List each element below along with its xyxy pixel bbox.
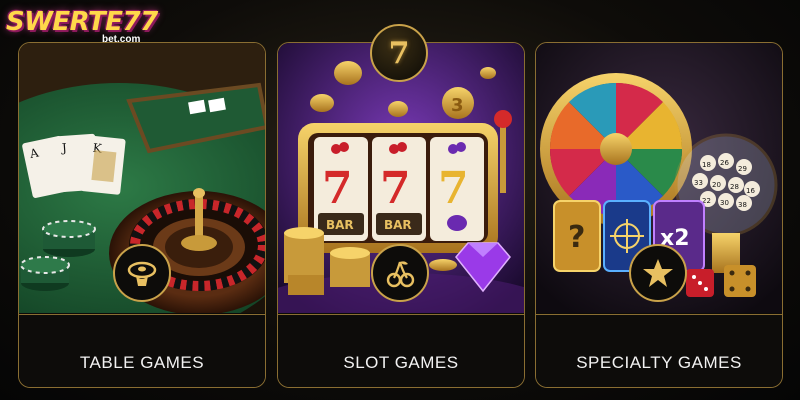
ball-6: 28 (730, 183, 739, 191)
coin-digit-3: 3 (451, 95, 464, 116)
slot-games-label: SLOT GAMES (343, 353, 459, 372)
playing-cards: A J K (22, 133, 126, 198)
table-games-label: TABLE GAMES (79, 353, 205, 372)
ball-10: 38 (738, 201, 747, 209)
ball-3: 29 (738, 165, 747, 173)
badge-text: 7 (388, 35, 410, 71)
cherry-icon (371, 244, 429, 302)
ball-2: 26 (720, 159, 729, 167)
slot-reels: 7 7 7 BAR BAR (314, 137, 484, 241)
lucky-seven-badge: 7 (370, 24, 428, 82)
table-games-label-bar: TABLE GAMES (19, 314, 265, 387)
ball-1: 18 (702, 161, 711, 169)
ball-4: 33 (694, 179, 703, 187)
brand-name: SWERTE77 (6, 7, 158, 37)
specialty-games-label: SPECIALTY GAMES (576, 353, 742, 372)
slot-games-label-bar: SLOT GAMES (278, 314, 524, 387)
reel-2-symbol: 7 (380, 163, 411, 214)
specialty-games-label-bar: SPECIALTY GAMES (536, 314, 782, 387)
reel-1-symbol: 7 (322, 163, 353, 214)
reel-3-symbol: 7 (438, 163, 469, 214)
ball-7: 16 (746, 187, 755, 195)
card-question: ? (568, 220, 585, 255)
reel-2-bar: BAR (384, 218, 412, 232)
ball-5: 20 (712, 181, 721, 189)
ball-9: 30 (720, 199, 729, 207)
card-specialty-games[interactable]: 18 26 29 33 20 28 16 22 30 38 ? x2 SPECI… (535, 42, 783, 388)
card-table-games[interactable]: A J K TABLE GAMES (18, 42, 266, 388)
star-icon (629, 244, 687, 302)
card-slot-games[interactable]: 3 7 7 7 BAR BAR SLOT GAMES (277, 42, 525, 388)
brand-logo[interactable]: SWERTE77 bet.com (6, 7, 158, 52)
roulette-chip-icon (113, 244, 171, 302)
reel-1-bar: BAR (326, 218, 354, 232)
brand-domain: bet.com (102, 34, 141, 45)
